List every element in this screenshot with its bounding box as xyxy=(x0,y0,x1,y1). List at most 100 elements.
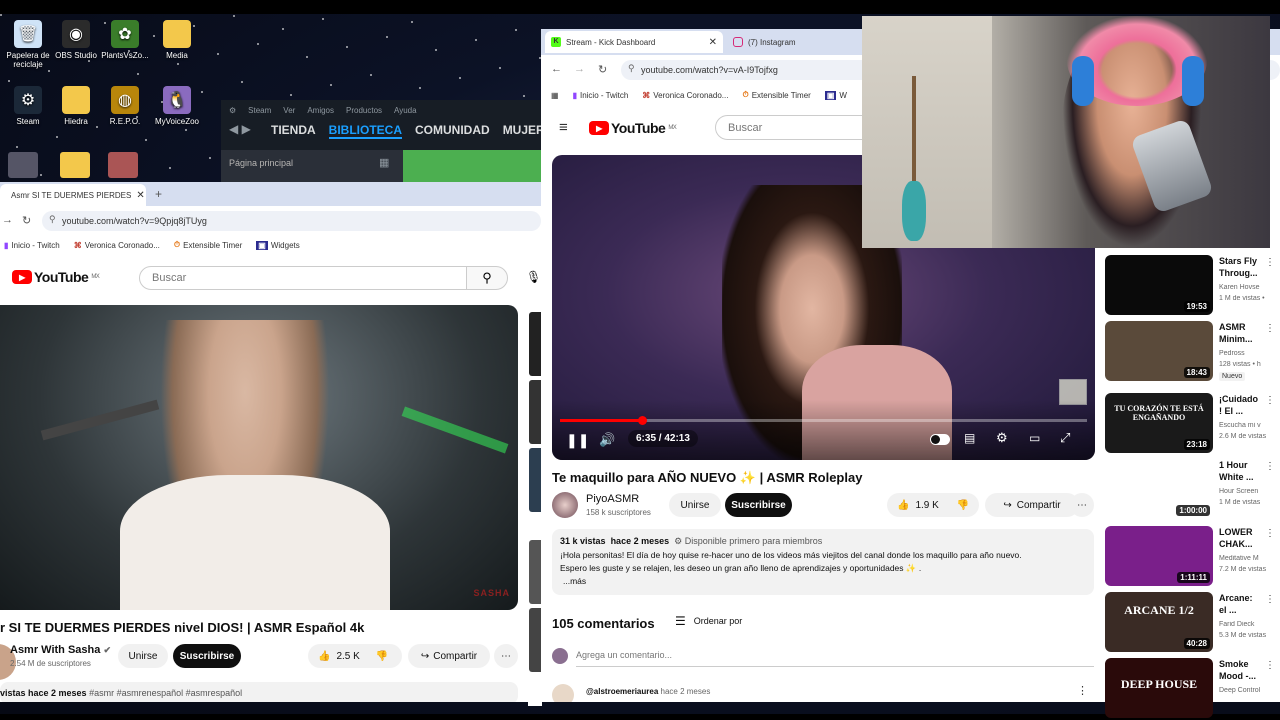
miniplayer-icon[interactable]: ▭ xyxy=(1029,431,1040,445)
bookmark-twitch[interactable]: ▮ Inicio - Twitch xyxy=(573,91,629,100)
autoplay-toggle[interactable] xyxy=(930,434,950,445)
site-info-icon[interactable]: ⚲ xyxy=(49,214,56,225)
dislike-icon[interactable]: 👎 xyxy=(957,500,969,511)
steam-nav-tienda[interactable]: TIENDA xyxy=(271,123,316,139)
video-thumbnail[interactable]: ARCANE 1/2 40:28 xyxy=(1105,592,1213,652)
more-options-icon[interactable]: ⋮ xyxy=(1265,594,1275,605)
tab-asmr[interactable]: Asmr SI TE DUERMES PIERDES ✕ xyxy=(0,184,146,206)
tab-kick-dashboard[interactable]: K Stream - Kick Dashboard ✕ xyxy=(545,31,723,53)
dislike-icon[interactable]: 👎 xyxy=(376,651,388,662)
grid-view-icon[interactable]: ▦ xyxy=(379,156,389,169)
steam-menu-productos[interactable]: Productos xyxy=(346,106,382,115)
share-button[interactable]: ↪ Compartir xyxy=(985,493,1079,517)
avatar xyxy=(552,648,568,664)
share-button[interactable]: ↪ Compartir xyxy=(408,644,490,668)
forward-icon[interactable]: → xyxy=(574,63,585,75)
subscribe-button[interactable]: Suscribirse xyxy=(725,493,792,517)
close-tab-icon[interactable]: ✕ xyxy=(709,37,717,48)
desktop-icon-hiedra[interactable]: Hiedra xyxy=(48,86,104,126)
bookmark-widgets[interactable]: ▣ W xyxy=(824,90,847,100)
youtube-logo[interactable]: ▶ YouTube MX xyxy=(589,120,677,136)
left-video-player[interactable]: SASHA xyxy=(0,305,518,610)
sort-button[interactable]: ☰ Ordenar por xyxy=(675,614,742,628)
desktop-icon-obs-studio[interactable]: ◉ OBS Studio xyxy=(48,20,104,60)
volume-icon[interactable]: 🔊 xyxy=(599,432,615,448)
video-thumbnail[interactable]: 1:00:00 xyxy=(1105,459,1213,519)
comment-options-icon[interactable]: ⋮ xyxy=(1077,684,1088,697)
video-thumbnail[interactable]: TU CORAZÓN TE ESTÁ ENGAÑANDO 23:18 xyxy=(1105,393,1213,453)
progress-bar[interactable] xyxy=(560,416,1087,425)
recommended-video[interactable]: 19:53 Stars Fly Throug... Karen Hovse 1 M… xyxy=(1105,255,1280,317)
join-button[interactable]: Unirse xyxy=(669,493,721,517)
desktop-icon-media[interactable]: Media xyxy=(149,20,205,60)
site-info-icon[interactable]: ⚲ xyxy=(628,63,635,74)
new-tab-icon[interactable]: + xyxy=(155,187,162,201)
reload-icon[interactable]: ↻ xyxy=(598,63,607,76)
more-options-icon[interactable]: ⋮ xyxy=(1265,528,1275,539)
bookmark-widgets[interactable]: ▣ Widgets xyxy=(256,240,300,250)
subtitles-icon[interactable]: ▤ xyxy=(964,431,975,445)
more-options-icon[interactable]: ⋮ xyxy=(1265,461,1275,472)
more-options-icon[interactable]: ⋯ xyxy=(1070,493,1094,517)
fullscreen-icon[interactable]: ⤢ xyxy=(1060,430,1070,446)
comment-input[interactable]: Agrega un comentario... xyxy=(576,650,672,660)
subscribe-button[interactable]: Suscribirse xyxy=(173,644,241,668)
more-options-icon[interactable]: ⋮ xyxy=(1265,323,1275,334)
avatar[interactable] xyxy=(552,492,578,518)
steam-nav-comunidad[interactable]: COMUNIDAD xyxy=(415,123,490,139)
show-more-link[interactable]: ...más xyxy=(563,576,586,586)
bookmark-timer[interactable]: ⏱ Extensible Timer xyxy=(174,240,242,250)
steam-menu-amigos[interactable]: Amigos xyxy=(307,106,334,115)
headphones xyxy=(1072,56,1094,106)
channel-name[interactable]: PiyoASMR xyxy=(586,493,639,505)
recommended-video[interactable]: TU CORAZÓN TE ESTÁ ENGAÑANDO 23:18 ¡Cuid… xyxy=(1105,393,1280,455)
recommended-video[interactable]: 18:43 ASMR Minim... Pedross 128 vistas • … xyxy=(1105,321,1280,383)
steam-menu-ver[interactable]: Ver xyxy=(283,106,295,115)
video-thumbnail[interactable]: 18:43 xyxy=(1105,321,1213,381)
search-input[interactable]: Buscar xyxy=(139,266,467,290)
youtube-logo[interactable]: ▶ YouTube MX xyxy=(12,269,100,285)
menu-icon[interactable]: ≡ xyxy=(559,119,568,136)
steam-nav-biblioteca[interactable]: BIBLIOTECA xyxy=(328,123,403,139)
recommended-video[interactable]: ARCANE 1/2 40:28 Arcane: el ... Farid Die… xyxy=(1105,592,1280,654)
video-thumbnail[interactable]: DEEP HOUSE xyxy=(1105,658,1213,718)
steam-menu-steam[interactable]: Steam xyxy=(248,106,271,115)
join-button[interactable]: Unirse xyxy=(118,644,168,668)
more-options-icon[interactable]: ⋮ xyxy=(1265,660,1275,671)
reload-icon[interactable]: ↻ xyxy=(22,214,31,227)
video-thumbnail[interactable]: 19:53 xyxy=(1105,255,1213,315)
recommended-video[interactable]: 1:00:00 1 Hour White ... Hour Screen 1 M … xyxy=(1105,459,1280,521)
steam-menu-ayuda[interactable]: Ayuda xyxy=(394,106,417,115)
bookmark-veronica[interactable]: ⌘ Veronica Coronado... xyxy=(642,91,728,100)
recommended-video[interactable]: DEEP HOUSE Smoke Mood -... Deep Control ⋮ xyxy=(1105,658,1280,720)
settings-gear-icon[interactable]: ⚙ xyxy=(996,430,1008,446)
back-icon[interactable]: ← xyxy=(551,63,562,75)
apps-grid-icon[interactable]: ▦ xyxy=(551,91,559,100)
desktop-icon-partial[interactable] xyxy=(108,152,138,178)
close-tab-icon[interactable]: ✕ xyxy=(136,190,144,201)
steam-home[interactable]: Página principal xyxy=(229,158,293,168)
recommended-video[interactable]: 1:11:11 LOWER CHAK... Meditative M 7.2 M … xyxy=(1105,526,1280,588)
more-options-icon[interactable]: ⋮ xyxy=(1265,257,1275,268)
video-thumbnail[interactable]: 1:11:11 xyxy=(1105,526,1213,586)
more-options-icon[interactable]: ⋯ xyxy=(494,644,518,668)
desktop-icon-r-e-p-o-[interactable]: ◍ R.E.P.O. xyxy=(97,86,153,126)
steam-back-forward-icon[interactable]: ◀ ▶ xyxy=(229,122,251,136)
desktop-icon-myvoicezoo[interactable]: 🐧 MyVoiceZoo xyxy=(149,86,205,126)
pause-icon[interactable]: ❚❚ xyxy=(566,432,589,449)
search-button[interactable]: ⚲ xyxy=(466,266,508,290)
bookmark-twitch[interactable]: ▮ Inicio - Twitch xyxy=(4,241,60,250)
like-icon[interactable]: 👍 xyxy=(897,500,909,511)
like-icon[interactable]: 👍 xyxy=(318,651,330,662)
desktop-icon-partial[interactable] xyxy=(60,152,90,178)
forward-icon[interactable]: → xyxy=(2,214,13,226)
desktop-icon-plantsvszo-[interactable]: ✿ PlantsVsZo... xyxy=(97,20,153,60)
desktop-icon-partial[interactable] xyxy=(8,152,38,178)
bookmark-timer[interactable]: ⏱ Extensible Timer xyxy=(742,90,810,100)
more-options-icon[interactable]: ⋮ xyxy=(1265,395,1275,406)
address-bar[interactable]: ⚲ youtube.com/watch?v=9Qpjq8jTUyg xyxy=(42,211,541,231)
bookmark-veronica[interactable]: ⌘ Veronica Coronado... xyxy=(74,241,160,250)
tab-instagram[interactable]: (7) Instagram xyxy=(727,31,857,53)
mic-icon[interactable]: 🎙 xyxy=(526,270,541,284)
left-channel-name[interactable]: Asmr With Sasha ✔ xyxy=(10,644,111,656)
